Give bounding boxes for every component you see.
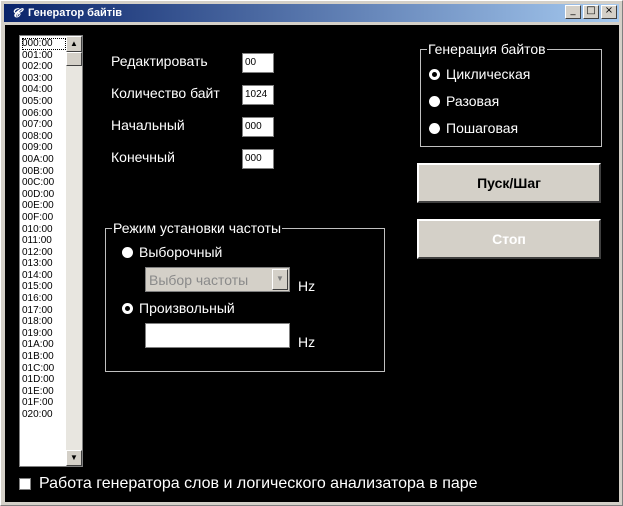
generation-group-title: Генерация байтов	[427, 41, 547, 57]
list-item[interactable]: 009:00	[22, 142, 66, 154]
list-item[interactable]: 00D:00	[22, 189, 66, 201]
list-item[interactable]: 00C:00	[22, 177, 66, 189]
list-item[interactable]: 017:00	[22, 305, 66, 317]
list-item[interactable]: 00E:00	[22, 200, 66, 212]
radio-select-button[interactable]	[122, 246, 133, 258]
stop-button[interactable]: Стоп	[417, 219, 601, 259]
list-item[interactable]: 014:00	[22, 270, 66, 282]
radio-select-label: Выборочный	[139, 244, 223, 260]
list-item[interactable]: 01D:00	[22, 374, 66, 386]
list-item[interactable]: 005:00	[22, 96, 66, 108]
chevron-down-icon[interactable]: ▼	[272, 269, 288, 290]
close-button[interactable]: ×	[601, 5, 617, 19]
scroll-thumb[interactable]	[66, 52, 82, 66]
list-item[interactable]: 002:00	[22, 61, 66, 73]
frequency-select-value: Выбор частоты	[149, 272, 249, 288]
radio-step-label: Пошаговая	[446, 120, 519, 136]
radio-select-frequency[interactable]: Выборочный	[122, 244, 222, 260]
radio-single[interactable]: Разовая	[429, 93, 499, 109]
pair-mode-label: Работа генератора слов и логического ана…	[39, 475, 478, 492]
address-list-items[interactable]: 000:00 001:00 002:00 003:00 004:00 005:00 006:…	[22, 38, 66, 421]
list-item[interactable]: 003:00	[22, 73, 66, 85]
list-item[interactable]: 01E:00	[22, 386, 66, 398]
pair-mode-option[interactable]: Работа генератора слов и логического ана…	[19, 475, 478, 493]
radio-cyclic-label: Циклическая	[446, 66, 531, 82]
hz-unit-label-1: Hz	[298, 278, 316, 294]
list-item[interactable]: 000:00	[22, 38, 66, 50]
list-item[interactable]: 01B:00	[22, 351, 66, 363]
list-item[interactable]: 00F:00	[22, 212, 66, 224]
hz-unit-label-2: Hz	[298, 334, 316, 350]
scroll-up-arrow-icon[interactable]: ▲	[66, 36, 82, 52]
radio-cyclic[interactable]: Циклическая	[429, 66, 530, 82]
list-item[interactable]: 020:00	[22, 409, 66, 421]
start-value-field[interactable]: 000	[242, 117, 274, 137]
list-item[interactable]: 01A:00	[22, 339, 66, 351]
list-item[interactable]: 004:00	[22, 84, 66, 96]
maximize-button[interactable]: □	[583, 5, 599, 19]
client-area: 000:00 001:00 002:00 003:00 004:00 005:00 006:…	[5, 25, 619, 502]
list-item[interactable]: 01F:00	[22, 397, 66, 409]
end-label: Конечный	[111, 149, 175, 165]
custom-frequency-input[interactable]	[145, 323, 290, 348]
list-item[interactable]: 015:00	[22, 281, 66, 293]
list-item[interactable]: 012:00	[22, 247, 66, 259]
list-item[interactable]: 007:00	[22, 119, 66, 131]
list-item[interactable]: 019:00	[22, 328, 66, 340]
list-item[interactable]: 00B:00	[22, 166, 66, 178]
list-item[interactable]: 013:00	[22, 258, 66, 270]
address-listbox[interactable]: 000:00 001:00 002:00 003:00 004:00 005:00 006:…	[19, 35, 83, 467]
app-icon: 𝓒	[11, 5, 21, 20]
count-label: Количество байт	[111, 85, 220, 101]
pair-mode-checkbox[interactable]	[19, 478, 31, 490]
radio-step-button[interactable]	[429, 122, 440, 134]
list-item[interactable]: 016:00	[22, 293, 66, 305]
generation-group: Генерация байтов Циклическая Разовая Пош…	[420, 41, 602, 147]
frequency-select[interactable]: Выбор частоты ▼	[145, 267, 290, 292]
list-item[interactable]: 001:00	[22, 50, 66, 62]
radio-custom-button[interactable]	[122, 302, 133, 314]
radio-custom-frequency[interactable]: Произвольный	[122, 300, 235, 316]
frequency-group: Режим установки частоты Выборочный Произ…	[105, 220, 385, 372]
end-value-field[interactable]: 000	[242, 149, 274, 169]
list-item[interactable]: 008:00	[22, 131, 66, 143]
count-value-field[interactable]: 1024	[242, 85, 274, 105]
scroll-down-arrow-icon[interactable]: ▼	[66, 450, 82, 466]
radio-single-button[interactable]	[429, 95, 440, 107]
radio-custom-label: Произвольный	[139, 300, 235, 316]
start-step-button[interactable]: Пуск/Шаг	[417, 163, 601, 203]
title-bar[interactable]: 𝓒 Генератор байтів _ □ ×	[4, 4, 619, 22]
list-item[interactable]: 018:00	[22, 316, 66, 328]
frequency-group-title: Режим установки частоты	[112, 220, 283, 236]
list-item[interactable]: 00A:00	[22, 154, 66, 166]
radio-single-label: Разовая	[446, 93, 500, 109]
radio-step[interactable]: Пошаговая	[429, 120, 518, 136]
vertical-scrollbar[interactable]: ▲ ▼	[66, 36, 82, 466]
minimize-button[interactable]: _	[565, 5, 581, 19]
radio-cyclic-button[interactable]	[429, 68, 440, 80]
list-item[interactable]: 010:00	[22, 224, 66, 236]
edit-value-field[interactable]: 00	[242, 53, 274, 73]
main-window: 𝓒 Генератор байтів _ □ × 000:00 001:00 002…	[0, 0, 623, 506]
edit-label: Редактировать	[111, 53, 208, 69]
list-item[interactable]: 01C:00	[22, 363, 66, 375]
window-title: Генератор байтів	[28, 7, 123, 19]
start-label: Начальный	[111, 117, 185, 133]
list-item[interactable]: 006:00	[22, 108, 66, 120]
list-item[interactable]: 011:00	[22, 235, 66, 247]
